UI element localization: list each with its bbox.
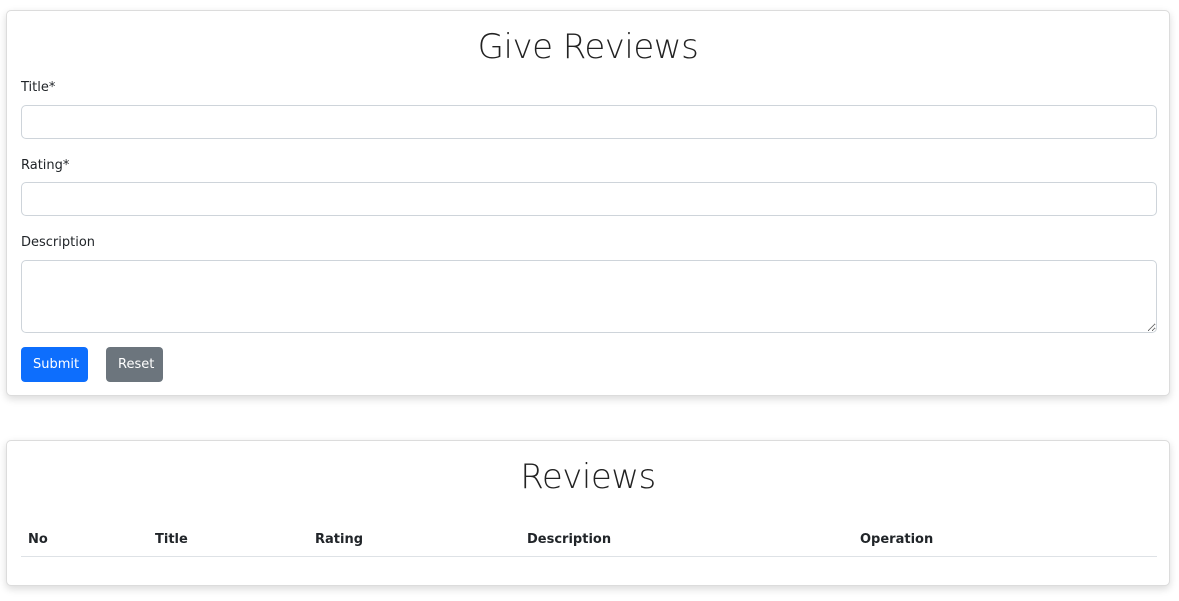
rating-label: Rating* bbox=[21, 158, 70, 173]
description-textarea[interactable] bbox=[21, 260, 1157, 333]
reviews-table: No Title Rating Description Operation bbox=[21, 527, 1157, 557]
column-header-no: No bbox=[21, 527, 148, 557]
column-header-title: Title bbox=[148, 527, 308, 557]
reviews-card: Reviews No Title Rating Description Oper… bbox=[6, 440, 1170, 586]
give-reviews-heading: Give Reviews bbox=[477, 27, 699, 67]
reviews-heading: Reviews bbox=[520, 457, 656, 497]
description-label: Description bbox=[21, 235, 96, 250]
reset-button[interactable]: Reset bbox=[106, 347, 163, 382]
title-input[interactable] bbox=[21, 105, 1157, 139]
column-header-rating: Rating bbox=[308, 527, 520, 557]
title-label: Title* bbox=[21, 80, 56, 95]
table-header-row: No Title Rating Description Operation bbox=[21, 527, 1157, 557]
submit-button[interactable]: Submit bbox=[21, 347, 88, 382]
column-header-description: Description bbox=[520, 527, 853, 557]
give-reviews-card: Give Reviews Title* Rating* Description … bbox=[6, 10, 1170, 396]
column-header-operation: Operation bbox=[853, 527, 1157, 557]
rating-input[interactable] bbox=[21, 182, 1157, 216]
